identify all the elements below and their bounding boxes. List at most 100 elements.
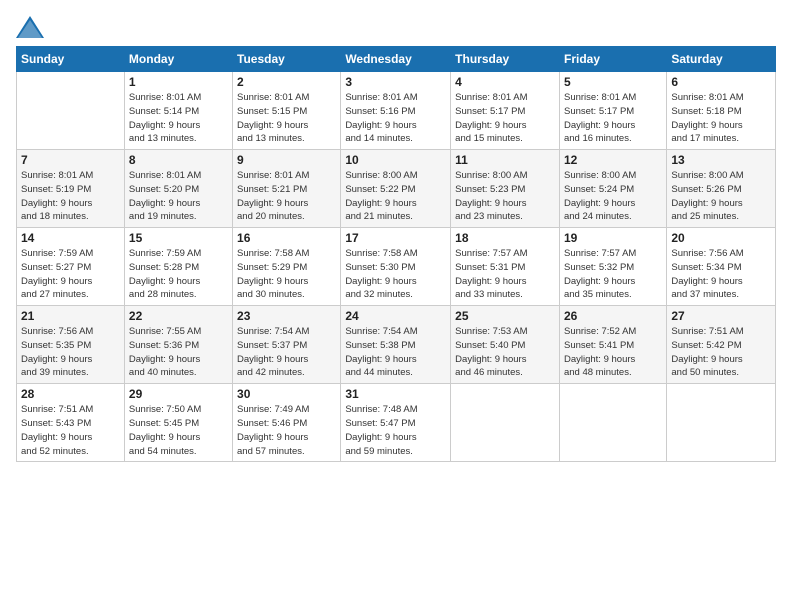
day-number: 9 bbox=[237, 153, 336, 167]
day-number: 5 bbox=[564, 75, 662, 89]
week-row-4: 21 Sunrise: 7:56 AMSunset: 5:35 PMDayligh… bbox=[17, 306, 776, 384]
day-number: 24 bbox=[345, 309, 446, 323]
calendar-cell bbox=[559, 384, 666, 462]
day-number: 6 bbox=[671, 75, 771, 89]
calendar-cell: 14Sunrise: 7:59 AMSunset: 5:27 PMDayligh… bbox=[17, 228, 125, 306]
day-info: Sunrise: 8:00 AMSunset: 5:24 PMDaylight:… bbox=[564, 169, 662, 224]
day-info: Sunrise: 7:59 AMSunset: 5:28 PMDaylight:… bbox=[129, 247, 228, 302]
calendar-cell: 29 Sunrise: 7:50 AMSunset: 5:45 PMDayligh… bbox=[124, 384, 232, 462]
day-number: 18 bbox=[455, 231, 555, 245]
day-info: Sunrise: 8:01 AMSunset: 5:19 PMDaylight:… bbox=[21, 169, 120, 224]
day-info: Sunrise: 7:54 AMSunset: 5:37 PMDaylight:… bbox=[237, 325, 336, 380]
weekday-header-tuesday: Tuesday bbox=[233, 47, 341, 72]
day-info: Sunrise: 8:00 AMSunset: 5:26 PMDaylight:… bbox=[671, 169, 771, 224]
calendar-table: SundayMondayTuesdayWednesdayThursdayFrid… bbox=[16, 46, 776, 462]
calendar-cell: 6 Sunrise: 8:01 AMSunset: 5:18 PMDaylight… bbox=[667, 72, 776, 150]
calendar-cell: 11 Sunrise: 8:00 AMSunset: 5:23 PMDayligh… bbox=[451, 150, 560, 228]
calendar-cell: 18 Sunrise: 7:57 AMSunset: 5:31 PMDayligh… bbox=[451, 228, 560, 306]
calendar-cell: 23 Sunrise: 7:54 AMSunset: 5:37 PMDayligh… bbox=[233, 306, 341, 384]
day-number: 28 bbox=[21, 387, 120, 401]
day-info: Sunrise: 8:01 AMSunset: 5:14 PMDaylight:… bbox=[129, 91, 228, 146]
calendar-cell: 8 Sunrise: 8:01 AMSunset: 5:20 PMDaylight… bbox=[124, 150, 232, 228]
day-info: Sunrise: 7:58 AMSunset: 5:30 PMDaylight:… bbox=[345, 247, 446, 302]
day-number: 11 bbox=[455, 153, 555, 167]
day-number: 7 bbox=[21, 153, 120, 167]
day-info: Sunrise: 8:01 AMSunset: 5:21 PMDaylight:… bbox=[237, 169, 336, 224]
day-info: Sunrise: 8:00 AMSunset: 5:22 PMDaylight:… bbox=[345, 169, 446, 224]
calendar-cell: 30 Sunrise: 7:49 AMSunset: 5:46 PMDayligh… bbox=[233, 384, 341, 462]
day-number: 12 bbox=[564, 153, 662, 167]
day-info: Sunrise: 7:50 AMSunset: 5:45 PMDaylight:… bbox=[129, 403, 228, 458]
calendar-cell: 20 Sunrise: 7:56 AMSunset: 5:34 PMDayligh… bbox=[667, 228, 776, 306]
day-number: 15 bbox=[129, 231, 228, 245]
day-number: 19 bbox=[564, 231, 662, 245]
day-number: 31 bbox=[345, 387, 446, 401]
calendar-cell: 12 Sunrise: 8:00 AMSunset: 5:24 PMDayligh… bbox=[559, 150, 666, 228]
day-info: Sunrise: 8:01 AMSunset: 5:17 PMDaylight:… bbox=[564, 91, 662, 146]
day-number: 23 bbox=[237, 309, 336, 323]
logo bbox=[16, 16, 48, 38]
day-number: 10 bbox=[345, 153, 446, 167]
day-info: Sunrise: 7:57 AMSunset: 5:32 PMDaylight:… bbox=[564, 247, 662, 302]
day-number: 29 bbox=[129, 387, 228, 401]
day-number: 3 bbox=[345, 75, 446, 89]
day-number: 16 bbox=[237, 231, 336, 245]
calendar-cell: 4 Sunrise: 8:01 AMSunset: 5:17 PMDaylight… bbox=[451, 72, 560, 150]
day-info: Sunrise: 7:53 AMSunset: 5:40 PMDaylight:… bbox=[455, 325, 555, 380]
header bbox=[16, 16, 776, 38]
weekday-header-sunday: Sunday bbox=[17, 47, 125, 72]
weekday-header-monday: Monday bbox=[124, 47, 232, 72]
day-info: Sunrise: 7:55 AMSunset: 5:36 PMDaylight:… bbox=[129, 325, 228, 380]
week-row-3: 14Sunrise: 7:59 AMSunset: 5:27 PMDayligh… bbox=[17, 228, 776, 306]
day-number: 4 bbox=[455, 75, 555, 89]
day-info: Sunrise: 7:51 AMSunset: 5:43 PMDaylight:… bbox=[21, 403, 120, 458]
day-info: Sunrise: 7:58 AMSunset: 5:29 PMDaylight:… bbox=[237, 247, 336, 302]
calendar-cell: 22 Sunrise: 7:55 AMSunset: 5:36 PMDayligh… bbox=[124, 306, 232, 384]
calendar-cell: 9 Sunrise: 8:01 AMSunset: 5:21 PMDaylight… bbox=[233, 150, 341, 228]
day-info: Sunrise: 8:00 AMSunset: 5:23 PMDaylight:… bbox=[455, 169, 555, 224]
day-info: Sunrise: 8:01 AMSunset: 5:15 PMDaylight:… bbox=[237, 91, 336, 146]
week-row-5: 28 Sunrise: 7:51 AMSunset: 5:43 PMDayligh… bbox=[17, 384, 776, 462]
calendar-cell: 19 Sunrise: 7:57 AMSunset: 5:32 PMDayligh… bbox=[559, 228, 666, 306]
day-info: Sunrise: 7:54 AMSunset: 5:38 PMDaylight:… bbox=[345, 325, 446, 380]
calendar-cell: 7 Sunrise: 8:01 AMSunset: 5:19 PMDaylight… bbox=[17, 150, 125, 228]
day-info: Sunrise: 8:01 AMSunset: 5:17 PMDaylight:… bbox=[455, 91, 555, 146]
day-number: 22 bbox=[129, 309, 228, 323]
day-info: Sunrise: 7:49 AMSunset: 5:46 PMDaylight:… bbox=[237, 403, 336, 458]
day-info: Sunrise: 8:01 AMSunset: 5:20 PMDaylight:… bbox=[129, 169, 228, 224]
day-info: Sunrise: 7:52 AMSunset: 5:41 PMDaylight:… bbox=[564, 325, 662, 380]
weekday-header-thursday: Thursday bbox=[451, 47, 560, 72]
calendar-cell: 2Sunrise: 8:01 AMSunset: 5:15 PMDaylight… bbox=[233, 72, 341, 150]
day-number: 13 bbox=[671, 153, 771, 167]
day-number: 26 bbox=[564, 309, 662, 323]
page-container: SundayMondayTuesdayWednesdayThursdayFrid… bbox=[0, 0, 792, 470]
calendar-cell: 25 Sunrise: 7:53 AMSunset: 5:40 PMDayligh… bbox=[451, 306, 560, 384]
generalblue-logo-icon bbox=[16, 16, 44, 38]
day-info: Sunrise: 7:56 AMSunset: 5:35 PMDaylight:… bbox=[21, 325, 120, 380]
week-row-1: 1Sunrise: 8:01 AMSunset: 5:14 PMDaylight… bbox=[17, 72, 776, 150]
calendar-cell bbox=[451, 384, 560, 462]
day-number: 8 bbox=[129, 153, 228, 167]
day-number: 25 bbox=[455, 309, 555, 323]
weekday-header-wednesday: Wednesday bbox=[341, 47, 451, 72]
day-info: Sunrise: 7:56 AMSunset: 5:34 PMDaylight:… bbox=[671, 247, 771, 302]
week-row-2: 7 Sunrise: 8:01 AMSunset: 5:19 PMDaylight… bbox=[17, 150, 776, 228]
day-number: 30 bbox=[237, 387, 336, 401]
day-info: Sunrise: 7:59 AMSunset: 5:27 PMDaylight:… bbox=[21, 247, 120, 302]
calendar-cell: 31 Sunrise: 7:48 AMSunset: 5:47 PMDayligh… bbox=[341, 384, 451, 462]
weekday-header-saturday: Saturday bbox=[667, 47, 776, 72]
calendar-cell: 15 Sunrise: 7:59 AMSunset: 5:28 PMDayligh… bbox=[124, 228, 232, 306]
calendar-cell: 24 Sunrise: 7:54 AMSunset: 5:38 PMDayligh… bbox=[341, 306, 451, 384]
calendar-cell: 27 Sunrise: 7:51 AMSunset: 5:42 PMDayligh… bbox=[667, 306, 776, 384]
weekday-header-row: SundayMondayTuesdayWednesdayThursdayFrid… bbox=[17, 47, 776, 72]
day-number: 21 bbox=[21, 309, 120, 323]
calendar-cell: 28 Sunrise: 7:51 AMSunset: 5:43 PMDayligh… bbox=[17, 384, 125, 462]
day-info: Sunrise: 7:48 AMSunset: 5:47 PMDaylight:… bbox=[345, 403, 446, 458]
weekday-header-friday: Friday bbox=[559, 47, 666, 72]
day-number: 27 bbox=[671, 309, 771, 323]
day-info: Sunrise: 7:51 AMSunset: 5:42 PMDaylight:… bbox=[671, 325, 771, 380]
calendar-cell: 13 Sunrise: 8:00 AMSunset: 5:26 PMDayligh… bbox=[667, 150, 776, 228]
day-number: 20 bbox=[671, 231, 771, 245]
day-info: Sunrise: 7:57 AMSunset: 5:31 PMDaylight:… bbox=[455, 247, 555, 302]
day-info: Sunrise: 8:01 AMSunset: 5:18 PMDaylight:… bbox=[671, 91, 771, 146]
